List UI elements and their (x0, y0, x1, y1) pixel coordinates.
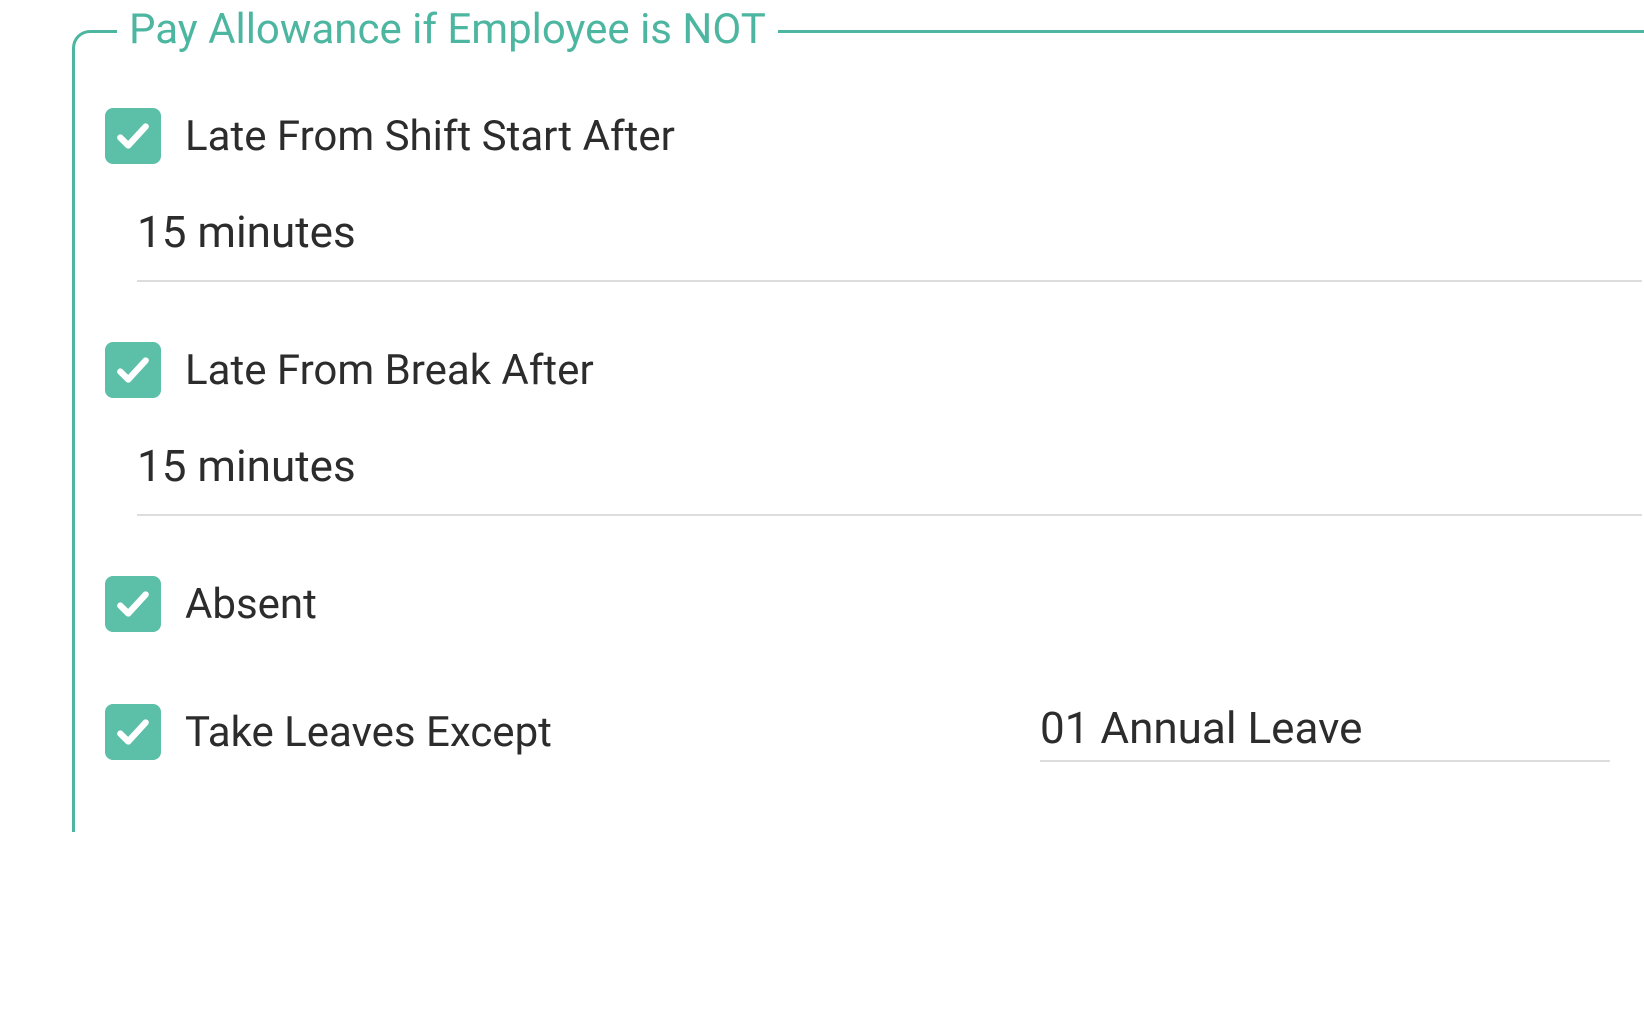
late-shift-start-label: Late From Shift Start After (185, 112, 675, 161)
take-leaves-row: Take Leaves Except 01 Annual Leave (105, 702, 1640, 762)
take-leaves-label: Take Leaves Except (185, 708, 552, 757)
late-break-row: Late From Break After (105, 342, 1644, 398)
late-shift-start-input[interactable]: 15 minutes (137, 194, 1642, 282)
absent-label: Absent (185, 580, 317, 629)
take-leaves-select[interactable]: 01 Annual Leave (1040, 702, 1610, 762)
late-shift-start-value: 15 minutes (137, 206, 356, 258)
fieldset-legend: Pay Allowance if Employee is NOT (117, 5, 778, 54)
take-leaves-left-group: Take Leaves Except (105, 704, 552, 760)
check-icon (114, 351, 152, 389)
absent-row: Absent (105, 576, 1644, 632)
pay-allowance-fieldset: Pay Allowance if Employee is NOT Late Fr… (72, 30, 1644, 832)
late-shift-start-row: Late From Shift Start After (105, 108, 1644, 164)
late-break-checkbox[interactable] (105, 342, 161, 398)
absent-checkbox[interactable] (105, 576, 161, 632)
late-break-value: 15 minutes (137, 440, 356, 492)
check-icon (114, 117, 152, 155)
take-leaves-value: 01 Annual Leave (1040, 702, 1362, 754)
check-icon (114, 585, 152, 623)
check-icon (114, 713, 152, 751)
late-shift-start-checkbox[interactable] (105, 108, 161, 164)
late-break-label: Late From Break After (185, 346, 594, 395)
take-leaves-checkbox[interactable] (105, 704, 161, 760)
late-break-input[interactable]: 15 minutes (137, 428, 1642, 516)
fieldset-content: Late From Shift Start After 15 minutes L… (105, 33, 1644, 762)
